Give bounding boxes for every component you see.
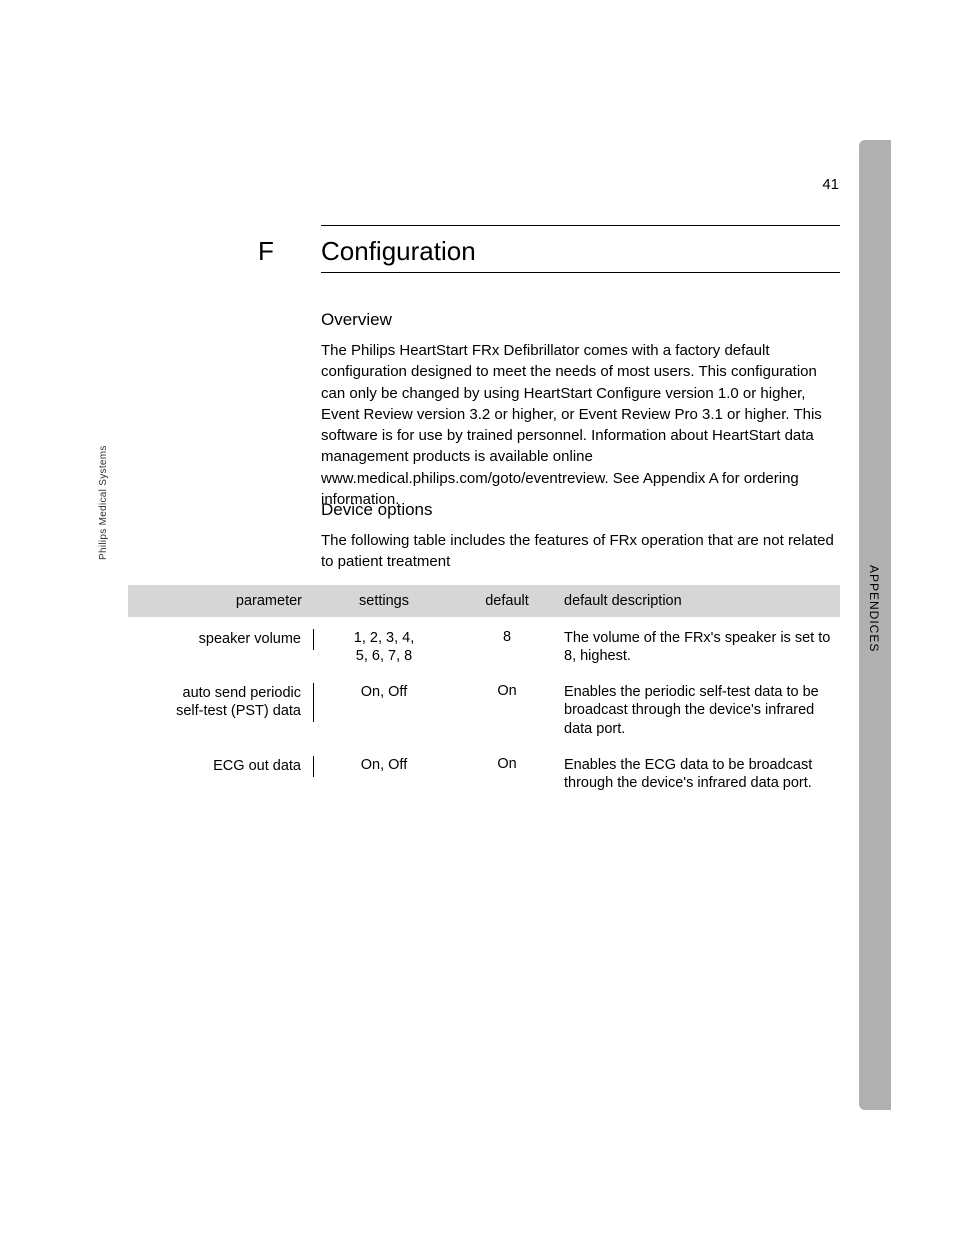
td-description: Enables the ECG data to be broadcast thr…: [560, 756, 840, 792]
rule-mid: [321, 272, 840, 273]
section-device-options-heading: Device options: [321, 500, 433, 520]
section-overview-heading: Overview: [321, 310, 392, 330]
th-default: default: [454, 593, 560, 609]
page: 41 APPENDICES Philips Medical Systems F …: [0, 0, 954, 1235]
table-row: ECG out data On, Off On Enables the ECG …: [128, 744, 840, 798]
th-settings: settings: [314, 593, 454, 609]
td-default: On: [454, 683, 560, 699]
device-options-table: parameter settings default default descr…: [128, 585, 840, 798]
table-row: speaker volume 1, 2, 3, 4,5, 6, 7, 8 8 T…: [128, 617, 840, 671]
td-default: On: [454, 756, 560, 772]
td-parameter: ECG out data: [128, 756, 314, 777]
td-settings: On, Off: [314, 683, 454, 701]
side-tab: APPENDICES: [859, 140, 891, 1110]
td-parameter: speaker volume: [128, 629, 314, 650]
th-parameter: parameter: [128, 593, 314, 609]
section-overview-body: The Philips HeartStart FRx Defibrillator…: [321, 340, 840, 510]
section-device-options-body: The following table includes the feature…: [321, 530, 840, 573]
rule-top: [321, 225, 840, 226]
td-settings: 1, 2, 3, 4,5, 6, 7, 8: [314, 629, 454, 665]
td-description: Enables the periodic self-test data to b…: [560, 683, 840, 737]
td-settings: On, Off: [314, 756, 454, 774]
tab-label: APPENDICES: [867, 565, 881, 652]
chapter-title: Configuration: [321, 236, 476, 267]
td-parameter: auto send periodicself-test (PST) data: [128, 683, 314, 722]
publisher-label: Philips Medical Systems: [98, 445, 109, 560]
page-number: 41: [822, 176, 839, 193]
th-description: default description: [560, 593, 840, 609]
td-description: The volume of the FRx's speaker is set t…: [560, 629, 840, 665]
appendix-letter: F: [258, 236, 274, 267]
table-body: speaker volume 1, 2, 3, 4,5, 6, 7, 8 8 T…: [128, 617, 840, 798]
table-row: auto send periodicself-test (PST) data O…: [128, 671, 840, 743]
td-default: 8: [454, 629, 560, 645]
table-header-row: parameter settings default default descr…: [128, 585, 840, 617]
